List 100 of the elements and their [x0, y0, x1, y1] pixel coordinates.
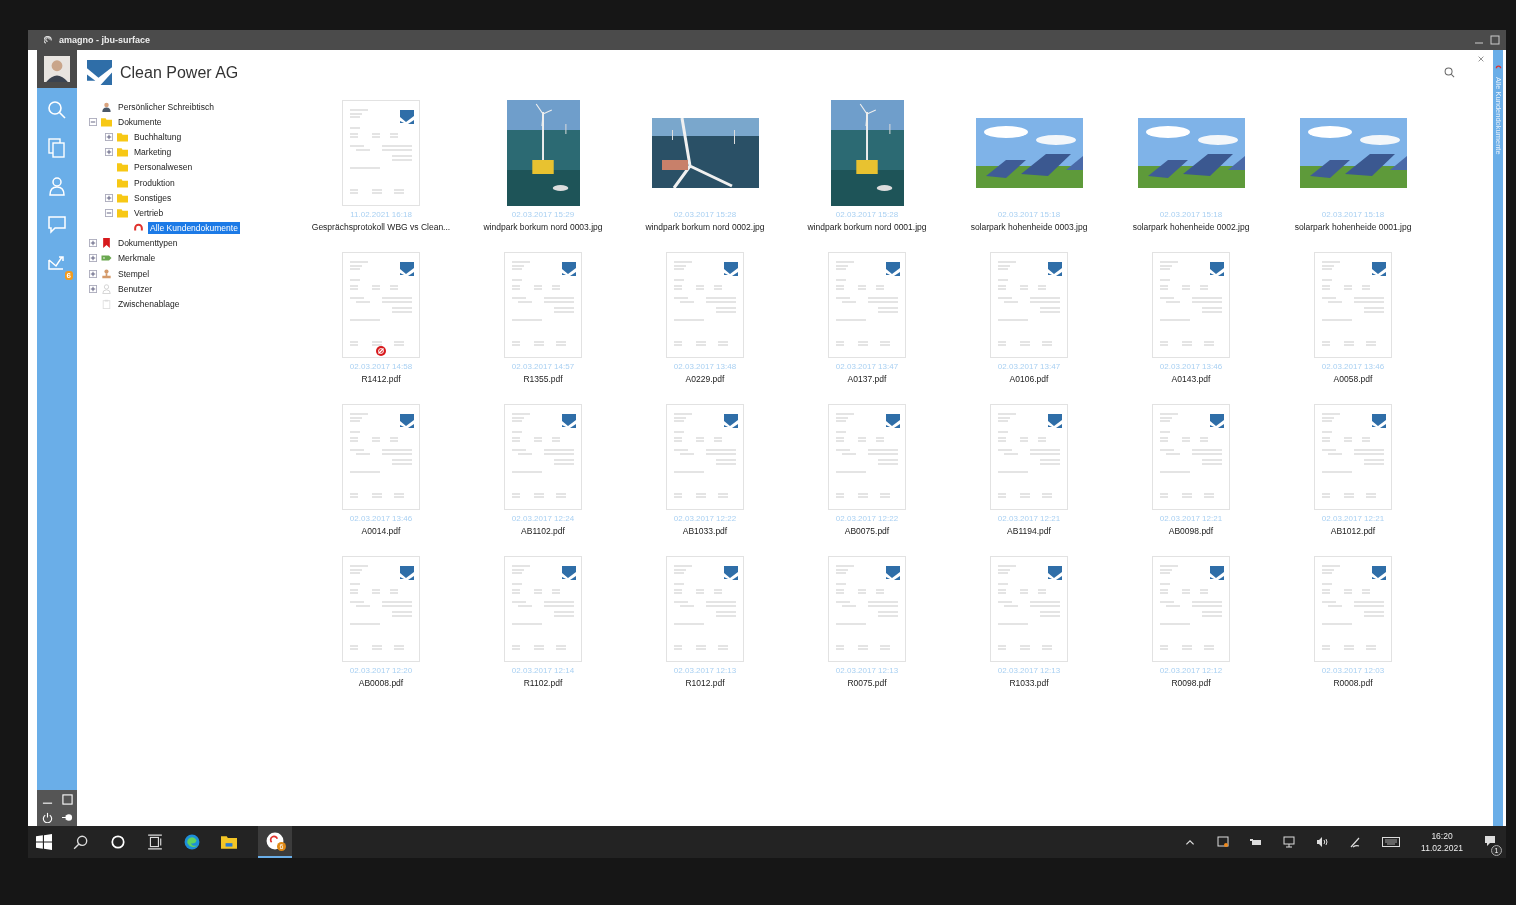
document-thumbnail[interactable] — [828, 252, 906, 358]
magnet-icon — [133, 223, 144, 234]
file-name[interactable]: R0098.pdf — [1171, 677, 1211, 689]
file-name[interactable]: R1012.pdf — [685, 677, 725, 689]
tree-item[interactable]: Produktion — [132, 176, 177, 189]
file-name[interactable]: solarpark hohenheide 0001.jpg — [1294, 221, 1412, 233]
expander-toggle[interactable] — [89, 239, 97, 248]
notification-icon[interactable] — [1484, 835, 1496, 847]
network-icon[interactable] — [1283, 836, 1296, 848]
file-name[interactable]: A0229.pdf — [685, 373, 725, 385]
folder-icon[interactable] — [221, 834, 237, 850]
document-thumbnail[interactable] — [504, 252, 582, 358]
document-thumbnail[interactable] — [1314, 404, 1392, 510]
file-date: 02.03.2017 12:12 — [1159, 665, 1223, 677]
tree-item[interactable]: Stempel — [116, 267, 152, 280]
sign-in-icon[interactable] — [61, 811, 73, 823]
keyboard-icon[interactable] — [1382, 837, 1401, 847]
task-view-icon[interactable] — [147, 834, 163, 850]
document-thumbnail[interactable] — [666, 404, 744, 510]
tree-item[interactable]: Personalwesen — [132, 161, 195, 174]
file-date: 11.02.2021 16:18 — [350, 209, 412, 221]
document-thumbnail[interactable] — [1314, 252, 1392, 358]
file-name[interactable]: R1033.pdf — [1009, 677, 1049, 689]
file-name[interactable]: solarpark hohenheide 0002.jpg — [1132, 221, 1250, 233]
document-thumbnail[interactable] — [990, 404, 1068, 510]
clock-date[interactable]: 11.02.2021 — [1421, 842, 1463, 854]
battery-icon[interactable] — [1250, 836, 1263, 848]
expander-toggle[interactable] — [89, 284, 97, 293]
document-thumbnail[interactable] — [342, 252, 420, 358]
tree-item[interactable]: Benutzer — [116, 282, 155, 295]
documents-icon[interactable] — [47, 138, 67, 158]
file-name[interactable]: AB0098.pdf — [1168, 525, 1214, 537]
file-name[interactable]: R1412.pdf — [361, 373, 401, 385]
document-thumbnail[interactable] — [504, 404, 582, 510]
file-name[interactable]: R0075.pdf — [847, 677, 887, 689]
file-name[interactable]: R1102.pdf — [523, 677, 563, 689]
avatar[interactable] — [37, 50, 77, 88]
file-name[interactable]: AB1102.pdf — [521, 525, 565, 537]
file-name[interactable]: windpark borkum nord 0003.jpg — [483, 221, 603, 233]
document-thumbnail[interactable] — [666, 252, 744, 358]
document-thumbnail[interactable] — [342, 404, 420, 510]
tree-item[interactable]: Sonstiges — [132, 191, 174, 204]
document-thumbnail[interactable] — [342, 100, 420, 206]
file-name[interactable]: windpark borkum nord 0001.jpg — [807, 221, 927, 233]
document-thumbnail[interactable] — [1152, 556, 1230, 662]
expander-toggle[interactable] — [105, 132, 113, 141]
file-name[interactable]: solarpark hohenheide 0003.jpg — [970, 221, 1088, 233]
file-name[interactable]: AB1033.pdf — [682, 525, 728, 537]
pen-icon[interactable] — [1349, 836, 1362, 848]
document-thumbnail[interactable] — [1152, 404, 1230, 510]
person-icon[interactable] — [47, 176, 67, 196]
tree-item[interactable]: Zwischenablage — [116, 298, 182, 311]
file-name[interactable]: AB1194.pdf — [1007, 525, 1051, 537]
document-thumbnail[interactable] — [828, 404, 906, 510]
file-name[interactable]: AB0008.pdf — [358, 677, 404, 689]
maximize-icon[interactable] — [1490, 35, 1500, 45]
chat-icon[interactable] — [47, 214, 67, 234]
tree-item[interactable]: Alle Kundendokumente — [148, 222, 240, 235]
power-icon[interactable] — [41, 811, 53, 823]
file-name[interactable]: A0143.pdf — [1171, 373, 1211, 385]
cortana-icon[interactable] — [110, 834, 126, 850]
document-thumbnail[interactable] — [666, 556, 744, 662]
expander-toggle[interactable] — [89, 269, 97, 278]
file-name[interactable]: AB1012.pdf — [1330, 525, 1376, 537]
document-thumbnail[interactable] — [342, 556, 420, 662]
expander-toggle[interactable] — [105, 193, 113, 202]
file-name[interactable]: A0106.pdf — [1009, 373, 1049, 385]
tree-item[interactable]: Persönlicher Schreibtisch — [116, 100, 216, 113]
document-thumbnail[interactable] — [990, 252, 1068, 358]
browser-icon[interactable] — [184, 834, 200, 850]
file-name[interactable]: A0137.pdf — [847, 373, 887, 385]
expander-toggle[interactable] — [105, 148, 113, 157]
tree-item[interactable]: Vertrieb — [132, 206, 166, 219]
search-icon[interactable] — [73, 834, 89, 850]
file-name[interactable]: A0014.pdf — [361, 525, 401, 537]
search-icon[interactable] — [1444, 67, 1455, 78]
clock-time[interactable]: 16:20 — [1431, 830, 1453, 842]
expander-toggle[interactable] — [89, 117, 97, 126]
tree-item[interactable]: Dokumenttypen — [116, 237, 180, 250]
document-thumbnail[interactable] — [1152, 252, 1230, 358]
file-name[interactable]: A0058.pdf — [1333, 373, 1373, 385]
expander-toggle[interactable] — [89, 254, 97, 263]
tree-item[interactable]: Buchhaltung — [132, 130, 184, 143]
tree-item[interactable]: Marketing — [132, 146, 174, 159]
document-thumbnail[interactable] — [828, 556, 906, 662]
file-name[interactable]: R0008.pdf — [1333, 677, 1373, 689]
file-name[interactable]: R1355.pdf — [523, 373, 563, 385]
windows-start-icon[interactable] — [36, 834, 52, 850]
file-name[interactable]: windpark borkum nord 0002.jpg — [645, 221, 765, 233]
tree-item[interactable]: Dokumente — [116, 115, 164, 128]
speaker-icon[interactable] — [1316, 836, 1329, 848]
expander-toggle[interactable] — [105, 208, 113, 217]
file-name[interactable]: Gesprächsprotokoll WBG vs Clean... — [311, 221, 451, 233]
close-icon[interactable] — [1477, 55, 1485, 63]
file-name[interactable]: AB0075.pdf — [844, 525, 890, 537]
document-thumbnail[interactable] — [1314, 556, 1392, 662]
document-thumbnail[interactable] — [990, 556, 1068, 662]
tree-item[interactable]: Merkmale — [116, 252, 158, 265]
monitor-icon[interactable] — [1217, 836, 1230, 848]
document-thumbnail[interactable] — [504, 556, 582, 662]
